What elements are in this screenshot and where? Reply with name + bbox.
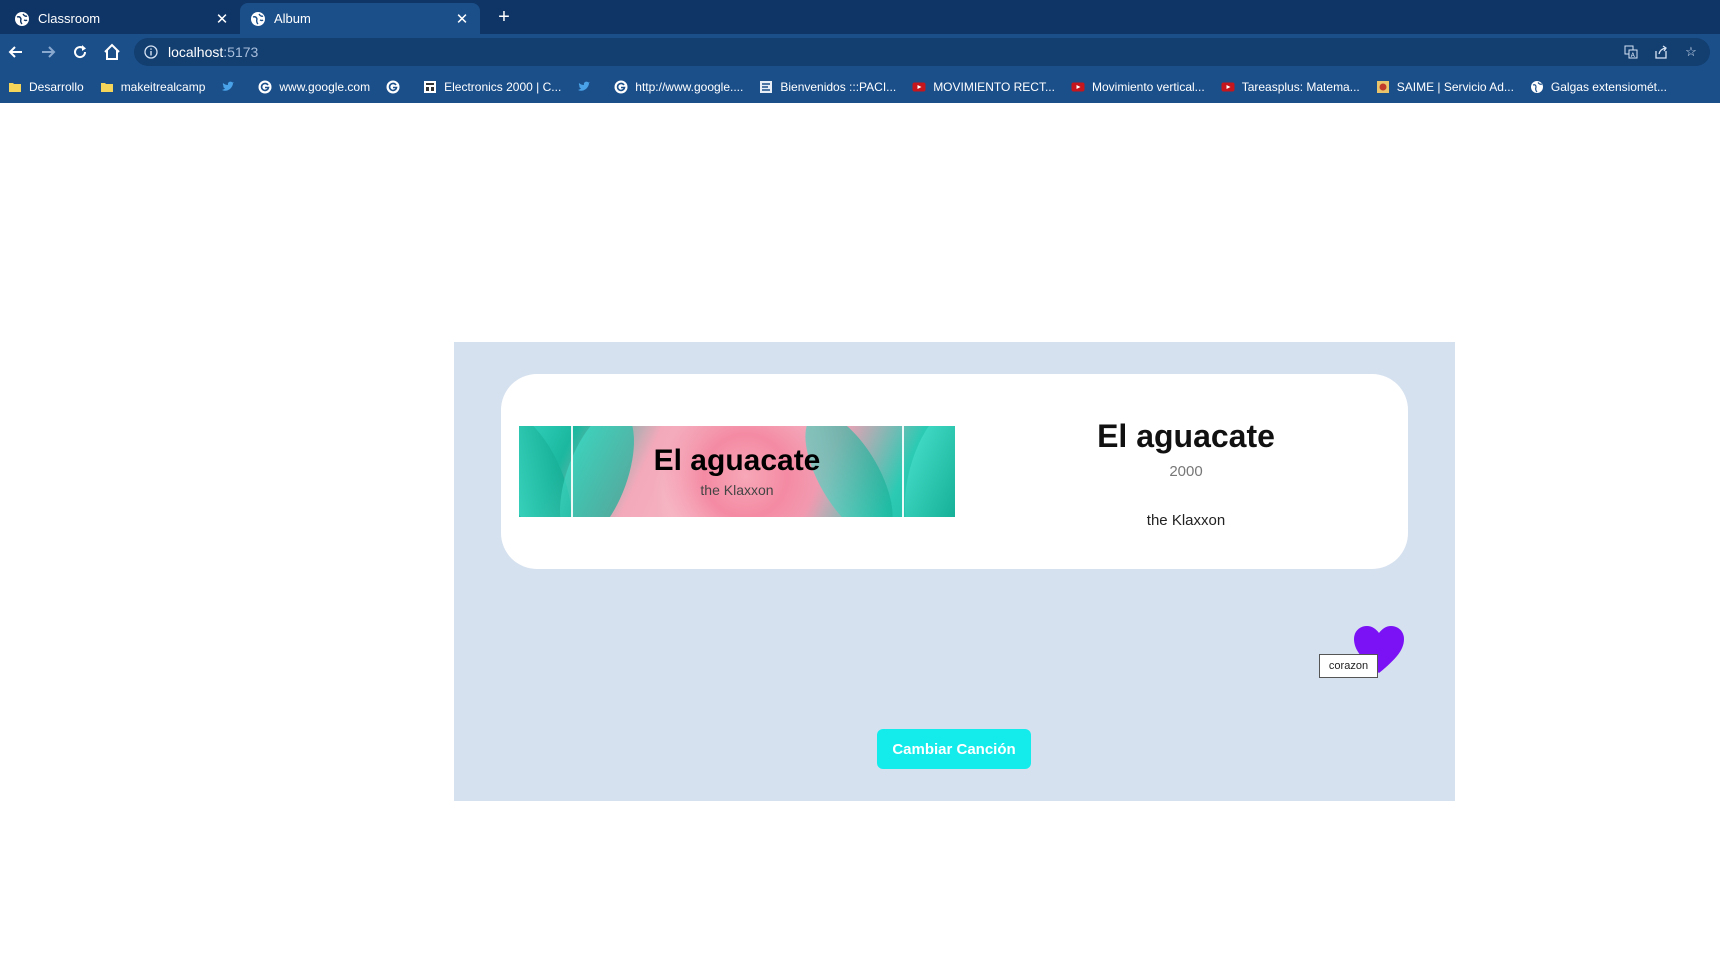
- star-icon[interactable]: ☆: [1682, 43, 1700, 61]
- forward-arrow-icon[interactable]: [36, 40, 60, 64]
- album-title: El aguacate: [1097, 418, 1275, 454]
- globe-icon: [1530, 80, 1543, 93]
- translate-icon[interactable]: A: [1622, 43, 1640, 61]
- bookmark-google-http[interactable]: http://www.google....: [614, 80, 743, 94]
- home-icon[interactable]: [100, 40, 124, 64]
- bookmark-google-2[interactable]: [386, 80, 407, 94]
- back-arrow-icon[interactable]: [4, 40, 28, 64]
- google-icon: [386, 80, 400, 93]
- globe-icon: [251, 11, 265, 26]
- tab-album[interactable]: Album ✕: [240, 3, 480, 34]
- close-icon[interactable]: ✕: [454, 11, 470, 28]
- bookmark-tareasplus[interactable]: Tareasplus: Matema...: [1221, 80, 1360, 94]
- bookmarks-bar: Desarrollo makeitrealcamp www.google.com…: [0, 70, 1720, 103]
- reload-icon[interactable]: [68, 40, 92, 64]
- youtube-icon: [1071, 82, 1085, 91]
- folder-icon: [100, 82, 113, 92]
- twitter-icon: [222, 81, 235, 91]
- address-bar[interactable]: localhost :5173 A ☆: [134, 38, 1710, 66]
- folder-icon: [9, 82, 21, 92]
- banner-artist: the Klaxxon: [700, 482, 774, 498]
- youtube-icon: [1221, 82, 1235, 91]
- bookmark-paci[interactable]: Bienvenidos :::PACI...: [759, 80, 896, 94]
- url-host: localhost: [168, 44, 224, 60]
- share-icon[interactable]: [1652, 43, 1670, 61]
- bookmark-twitter[interactable]: [221, 80, 242, 94]
- bookmark-makeitrealcamp[interactable]: makeitrealcamp: [100, 80, 205, 94]
- bookmark-twitter-2[interactable]: [577, 80, 598, 94]
- paci-icon: [760, 80, 773, 93]
- url-port: :5173: [223, 44, 259, 60]
- google-icon: [614, 80, 628, 93]
- new-tab-button[interactable]: +: [492, 4, 516, 30]
- change-song-button[interactable]: Cambiar Canción: [877, 729, 1031, 769]
- bookmark-desarrollo[interactable]: Desarrollo: [8, 80, 84, 94]
- bookmark-electronics-2000[interactable]: Electronics 2000 | C...: [423, 80, 561, 94]
- bookmark-movimiento-vertical[interactable]: Movimiento vertical...: [1071, 80, 1205, 94]
- album-card: El aguacate the Klaxxon El aguacate 2000…: [501, 374, 1408, 569]
- info-icon[interactable]: [144, 45, 158, 59]
- twitter-icon: [578, 81, 591, 91]
- bookmark-galgas[interactable]: Galgas extensiomét...: [1530, 80, 1667, 94]
- bookmark-movimiento-rect[interactable]: MOVIMIENTO RECT...: [912, 80, 1055, 94]
- bookmark-saime[interactable]: SAIME | Servicio Ad...: [1376, 80, 1514, 94]
- google-icon: [258, 80, 272, 93]
- album-year: 2000: [1169, 463, 1203, 480]
- globe-icon: [15, 11, 29, 26]
- tab-label: Album: [274, 11, 311, 26]
- saime-icon: [1376, 80, 1389, 93]
- album-stage: El aguacate the Klaxxon El aguacate 2000…: [454, 342, 1455, 801]
- youtube-icon: [912, 82, 926, 91]
- close-icon[interactable]: ✕: [214, 11, 230, 28]
- heart-tooltip: corazon: [1319, 654, 1378, 678]
- tab-classroom[interactable]: Classroom ✕: [4, 3, 240, 34]
- electronics-icon: [424, 80, 437, 93]
- album-info: El aguacate 2000 the Klaxxon: [1001, 418, 1371, 529]
- album-cover-banner: El aguacate the Klaxxon: [519, 426, 955, 517]
- bookmark-google[interactable]: www.google.com: [258, 80, 370, 94]
- banner-title: El aguacate: [653, 444, 821, 477]
- browser-tab-bar: Classroom ✕ Album ✕ +: [0, 0, 1720, 34]
- album-artist: the Klaxxon: [1146, 512, 1226, 529]
- tab-label: Classroom: [38, 11, 101, 26]
- browser-toolbar: localhost :5173 A ☆: [0, 34, 1720, 70]
